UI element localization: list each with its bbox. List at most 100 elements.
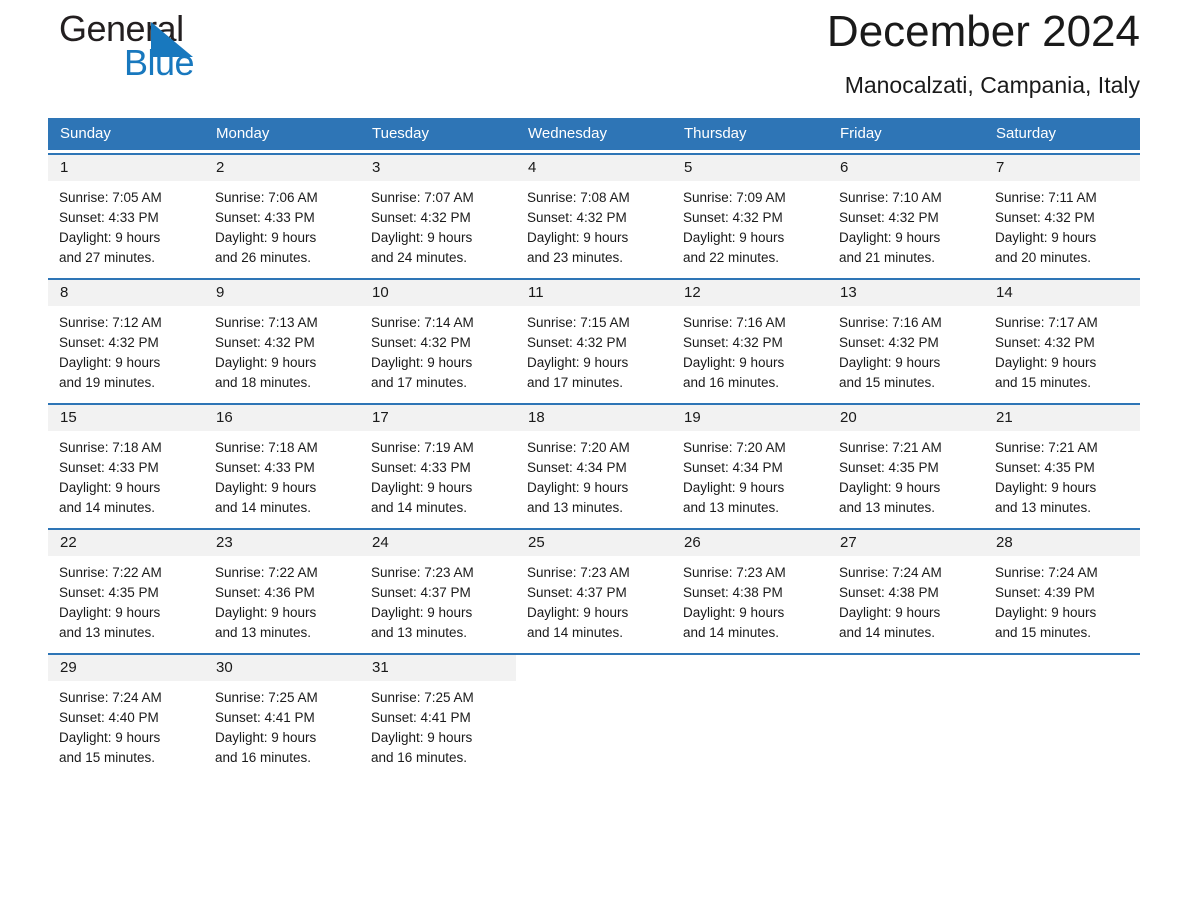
day-number: 6 xyxy=(840,159,849,176)
calendar-day-cell[interactable]: 31 Sunrise: 7:25 AM Sunset: 4:41 PM Dayligh… xyxy=(360,655,516,767)
day-number: 4 xyxy=(528,159,537,176)
calendar-day-cell[interactable]: 30 Sunrise: 7:25 AM Sunset: 4:41 PM Dayligh… xyxy=(204,655,360,767)
day-detail-line: Sunrise: 7:09 AM xyxy=(683,190,786,205)
day-detail-line: and 13 minutes. xyxy=(371,625,468,640)
day-detail-line: Sunrise: 7:18 AM xyxy=(59,440,162,455)
day-detail-line: Sunrise: 7:05 AM xyxy=(59,190,162,205)
day-number-band: 2 xyxy=(204,155,360,181)
calendar-day-cell[interactable]: 6 Sunrise: 7:10 AM Sunset: 4:32 PM Daylight… xyxy=(828,155,984,267)
calendar-day-cell[interactable]: 5 Sunrise: 7:09 AM Sunset: 4:32 PM Daylight… xyxy=(672,155,828,267)
calendar-day-cell[interactable]: 27 Sunrise: 7:24 AM Sunset: 4:38 PM Dayligh… xyxy=(828,530,984,642)
generalblue-logo: General Blue xyxy=(48,8,248,86)
day-number: 10 xyxy=(372,284,389,301)
day-detail-line: Sunset: 4:32 PM xyxy=(527,335,627,350)
day-detail-line: and 24 minutes. xyxy=(371,250,468,265)
day-detail-line: Daylight: 9 hours xyxy=(995,605,1097,620)
calendar-week-row: 1 Sunrise: 7:05 AM Sunset: 4:33 PM Daylight… xyxy=(48,153,1140,267)
day-details: Sunrise: 7:20 AM Sunset: 4:34 PM Daylight:… xyxy=(672,431,828,518)
day-details: Sunrise: 7:16 AM Sunset: 4:32 PM Daylight:… xyxy=(672,306,828,393)
day-details: Sunrise: 7:22 AM Sunset: 4:35 PM Daylight:… xyxy=(48,556,204,643)
day-number: 30 xyxy=(216,659,233,676)
day-details: Sunrise: 7:21 AM Sunset: 4:35 PM Daylight:… xyxy=(828,431,984,518)
day-detail-line: and 13 minutes. xyxy=(839,500,936,515)
day-details: Sunrise: 7:21 AM Sunset: 4:35 PM Daylight:… xyxy=(984,431,1140,518)
calendar-week-row: 15 Sunrise: 7:18 AM Sunset: 4:33 PM Dayligh… xyxy=(48,403,1140,517)
calendar-day-cell[interactable]: 12 Sunrise: 7:16 AM Sunset: 4:32 PM Dayligh… xyxy=(672,280,828,392)
calendar-day-cell[interactable]: 22 Sunrise: 7:22 AM Sunset: 4:35 PM Dayligh… xyxy=(48,530,204,642)
calendar-day-cell[interactable]: 11 Sunrise: 7:15 AM Sunset: 4:32 PM Dayligh… xyxy=(516,280,672,392)
day-number: 31 xyxy=(372,659,389,676)
day-details: Sunrise: 7:23 AM Sunset: 4:37 PM Daylight:… xyxy=(360,556,516,643)
calendar-day-cell[interactable]: 14 Sunrise: 7:17 AM Sunset: 4:32 PM Dayligh… xyxy=(984,280,1140,392)
calendar-day-cell[interactable]: 3 Sunrise: 7:07 AM Sunset: 4:32 PM Daylight… xyxy=(360,155,516,267)
calendar-week-row: 8 Sunrise: 7:12 AM Sunset: 4:32 PM Daylight… xyxy=(48,278,1140,392)
day-number-band: 14 xyxy=(984,280,1140,306)
day-detail-line: Sunset: 4:32 PM xyxy=(839,210,939,225)
calendar-day-cell[interactable]: 2 Sunrise: 7:06 AM Sunset: 4:33 PM Daylight… xyxy=(204,155,360,267)
calendar-day-cell[interactable]: 19 Sunrise: 7:20 AM Sunset: 4:34 PM Dayligh… xyxy=(672,405,828,517)
day-detail-line: Sunrise: 7:20 AM xyxy=(527,440,630,455)
day-detail-line: Daylight: 9 hours xyxy=(59,730,161,745)
calendar-day-cell[interactable]: 15 Sunrise: 7:18 AM Sunset: 4:33 PM Dayligh… xyxy=(48,405,204,517)
calendar-day-cell[interactable]: 20 Sunrise: 7:21 AM Sunset: 4:35 PM Dayligh… xyxy=(828,405,984,517)
day-number-band: 20 xyxy=(828,405,984,431)
day-detail-line: Sunrise: 7:12 AM xyxy=(59,315,162,330)
day-number: 12 xyxy=(684,284,701,301)
calendar-week-row: 29 Sunrise: 7:24 AM Sunset: 4:40 PM Dayligh… xyxy=(48,653,1140,767)
calendar-day-cell[interactable]: 17 Sunrise: 7:19 AM Sunset: 4:33 PM Dayligh… xyxy=(360,405,516,517)
day-detail-line: Sunset: 4:33 PM xyxy=(371,460,471,475)
day-details: Sunrise: 7:08 AM Sunset: 4:32 PM Daylight:… xyxy=(516,181,672,268)
calendar-day-cell[interactable]: 1 Sunrise: 7:05 AM Sunset: 4:33 PM Daylight… xyxy=(48,155,204,267)
logo-text-blue: Blue xyxy=(124,42,195,83)
day-details: Sunrise: 7:16 AM Sunset: 4:32 PM Daylight:… xyxy=(828,306,984,393)
calendar-day-cell-empty xyxy=(672,655,828,767)
day-number-band: 7 xyxy=(984,155,1140,181)
day-detail-line: Sunrise: 7:16 AM xyxy=(839,315,942,330)
calendar-day-cell[interactable]: 28 Sunrise: 7:24 AM Sunset: 4:39 PM Dayligh… xyxy=(984,530,1140,642)
calendar-day-cell[interactable]: 18 Sunrise: 7:20 AM Sunset: 4:34 PM Dayligh… xyxy=(516,405,672,517)
day-number-band xyxy=(984,655,1140,681)
day-detail-line: Sunrise: 7:24 AM xyxy=(995,565,1098,580)
day-number: 8 xyxy=(60,284,69,301)
page-header: General Blue December 2024 Manocalzati, … xyxy=(48,0,1140,118)
day-number: 11 xyxy=(528,284,544,301)
day-detail-line: Sunrise: 7:10 AM xyxy=(839,190,942,205)
day-detail-line: Sunset: 4:32 PM xyxy=(683,335,783,350)
weekday-header-friday: Friday xyxy=(840,125,882,142)
calendar-day-cell[interactable]: 16 Sunrise: 7:18 AM Sunset: 4:33 PM Dayligh… xyxy=(204,405,360,517)
day-details: Sunrise: 7:12 AM Sunset: 4:32 PM Daylight:… xyxy=(48,306,204,393)
day-detail-line: and 15 minutes. xyxy=(995,625,1092,640)
calendar-day-cell[interactable]: 23 Sunrise: 7:22 AM Sunset: 4:36 PM Dayligh… xyxy=(204,530,360,642)
calendar-grid: Sunday Monday Tuesday Wednesday Thursday Frid… xyxy=(48,118,1140,767)
calendar-day-cell[interactable]: 10 Sunrise: 7:14 AM Sunset: 4:32 PM Dayligh… xyxy=(360,280,516,392)
day-number: 15 xyxy=(60,409,77,426)
calendar-day-cell[interactable]: 26 Sunrise: 7:23 AM Sunset: 4:38 PM Dayligh… xyxy=(672,530,828,642)
day-detail-line: Daylight: 9 hours xyxy=(215,730,317,745)
calendar-day-cell[interactable]: 9 Sunrise: 7:13 AM Sunset: 4:32 PM Daylight… xyxy=(204,280,360,392)
calendar-day-cell[interactable]: 8 Sunrise: 7:12 AM Sunset: 4:32 PM Daylight… xyxy=(48,280,204,392)
calendar-day-cell[interactable]: 25 Sunrise: 7:23 AM Sunset: 4:37 PM Dayligh… xyxy=(516,530,672,642)
calendar-day-cell[interactable]: 21 Sunrise: 7:21 AM Sunset: 4:35 PM Dayligh… xyxy=(984,405,1140,517)
day-detail-line: and 15 minutes. xyxy=(59,750,156,765)
day-number: 7 xyxy=(996,159,1005,176)
day-number-band xyxy=(828,655,984,681)
calendar-day-cell[interactable]: 4 Sunrise: 7:08 AM Sunset: 4:32 PM Daylight… xyxy=(516,155,672,267)
calendar-day-cell[interactable]: 13 Sunrise: 7:16 AM Sunset: 4:32 PM Dayligh… xyxy=(828,280,984,392)
day-detail-line: and 13 minutes. xyxy=(215,625,312,640)
day-details: Sunrise: 7:18 AM Sunset: 4:33 PM Daylight:… xyxy=(204,431,360,518)
day-detail-line: Daylight: 9 hours xyxy=(215,605,317,620)
day-detail-line: Sunrise: 7:22 AM xyxy=(59,565,162,580)
calendar-page: General Blue December 2024 Manocalzati, … xyxy=(0,0,1188,918)
day-detail-line: and 14 minutes. xyxy=(527,625,624,640)
day-detail-line: Daylight: 9 hours xyxy=(527,355,629,370)
calendar-day-cell[interactable]: 7 Sunrise: 7:11 AM Sunset: 4:32 PM Daylight… xyxy=(984,155,1140,267)
day-details: Sunrise: 7:10 AM Sunset: 4:32 PM Daylight:… xyxy=(828,181,984,268)
day-detail-line: Sunset: 4:35 PM xyxy=(995,460,1095,475)
calendar-day-cell[interactable]: 24 Sunrise: 7:23 AM Sunset: 4:37 PM Dayligh… xyxy=(360,530,516,642)
day-details: Sunrise: 7:23 AM Sunset: 4:37 PM Daylight:… xyxy=(516,556,672,643)
day-number-band: 5 xyxy=(672,155,828,181)
calendar-day-cell[interactable]: 29 Sunrise: 7:24 AM Sunset: 4:40 PM Dayligh… xyxy=(48,655,204,767)
day-number-band: 21 xyxy=(984,405,1140,431)
day-detail-line: Sunset: 4:32 PM xyxy=(527,210,627,225)
day-detail-line: Sunset: 4:32 PM xyxy=(995,335,1095,350)
